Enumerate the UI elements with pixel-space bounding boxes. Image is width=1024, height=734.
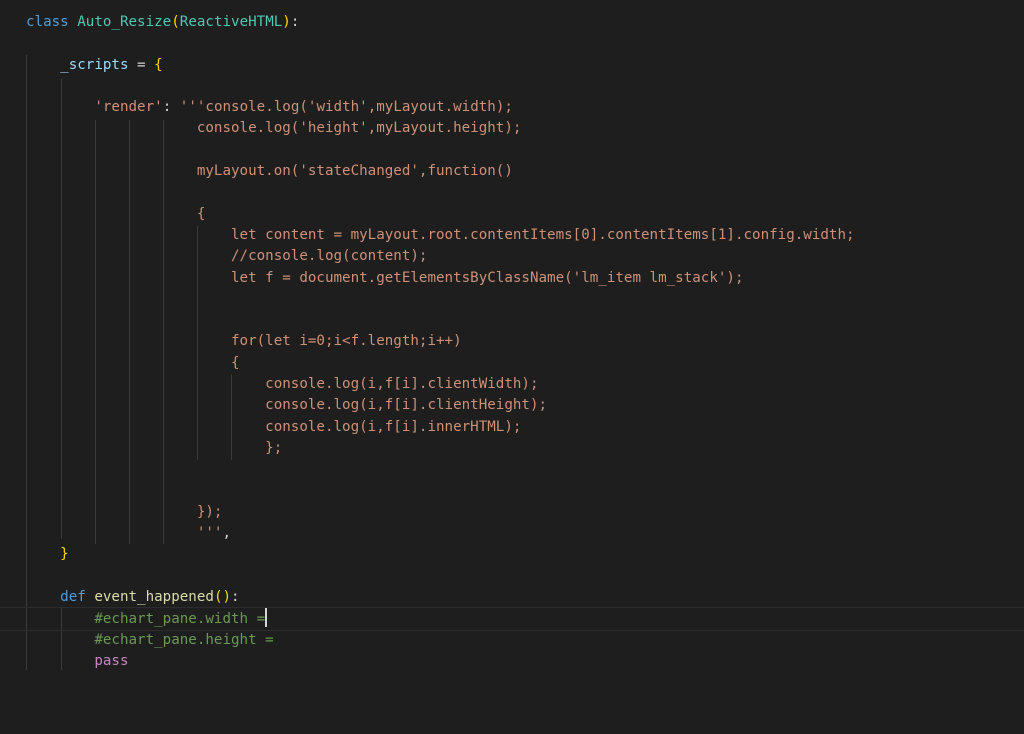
code-token-class: ReactiveHTML: [179, 14, 283, 30]
code-token-string: for(let i=0;i<f.length;i++): [26, 333, 462, 350]
code-lines[interactable]: class Auto_Resize(ReactiveHTML): _script…: [0, 12, 1024, 672]
code-line[interactable]: let f = document.getElementsByClassName(…: [26, 268, 1024, 289]
code-token-string: myLayout.on('stateChanged',function(): [26, 163, 513, 180]
code-line[interactable]: [26, 33, 1024, 54]
text-cursor: [265, 608, 268, 628]
code-line[interactable]: {: [26, 204, 1024, 225]
code-token-plain: ,: [222, 525, 232, 542]
code-token-string: ''': [26, 525, 223, 542]
code-token-plain: :: [290, 14, 300, 30]
code-token-string: console.log(i,f[i].clientWidth);: [26, 376, 539, 393]
code-line[interactable]: [26, 140, 1024, 161]
code-token-comment: #echart_pane.width =: [94, 611, 266, 628]
code-line[interactable]: [26, 289, 1024, 310]
code-token-string: '''console.log('width',myLayout.width);: [179, 99, 513, 116]
code-token-plain: =: [128, 56, 155, 73]
code-token-control: pass: [94, 652, 129, 669]
code-line[interactable]: class Auto_Resize(ReactiveHTML):: [26, 12, 1024, 33]
code-token-string: let f = document.getElementsByClassName(…: [26, 269, 744, 286]
code-token-paren: (): [213, 589, 232, 606]
code-line[interactable]: //console.log(content);: [26, 246, 1024, 267]
code-line[interactable]: [26, 459, 1024, 480]
code-token-string: let content = myLayout.root.contentItems…: [26, 226, 855, 243]
code-token-paren: {: [154, 56, 163, 73]
code-line[interactable]: console.log(i,f[i].innerHTML);: [26, 417, 1024, 438]
code-line[interactable]: [26, 76, 1024, 97]
code-line[interactable]: ''',: [26, 523, 1024, 544]
code-line[interactable]: for(let i=0;i<f.length;i++): [26, 331, 1024, 352]
code-editor[interactable]: class Auto_Resize(ReactiveHTML): _script…: [0, 0, 1024, 734]
code-token-class: Auto_Resize: [77, 14, 172, 30]
code-token-string: {: [26, 205, 206, 222]
code-line[interactable]: def event_happened():: [26, 587, 1024, 608]
code-token-string: 'render': [94, 99, 163, 116]
code-line[interactable]: let content = myLayout.root.contentItems…: [26, 225, 1024, 246]
code-line[interactable]: console.log('height',myLayout.height);: [26, 118, 1024, 139]
code-line[interactable]: [26, 481, 1024, 502]
code-line[interactable]: _scripts = {: [26, 55, 1024, 76]
code-token-var: _scripts: [60, 56, 129, 73]
code-token-string: console.log(i,f[i].clientHeight);: [26, 397, 548, 414]
code-line[interactable]: 'render': '''console.log('width',myLayou…: [26, 97, 1024, 118]
code-token-paren: ): [282, 14, 291, 30]
code-line[interactable]: [26, 310, 1024, 331]
code-token-string: {: [26, 354, 240, 371]
code-line[interactable]: #echart_pane.width =: [0, 607, 1024, 631]
code-token-paren: (: [171, 14, 180, 30]
code-token-keyword: def: [60, 589, 86, 606]
code-line[interactable]: console.log(i,f[i].clientHeight);: [26, 395, 1024, 416]
code-token-func: event_happened: [94, 589, 214, 606]
code-token-string: //console.log(content);: [26, 248, 428, 265]
code-line[interactable]: pass: [26, 651, 1024, 672]
code-line[interactable]: [26, 566, 1024, 587]
code-token-plain: :: [231, 589, 240, 606]
code-token-paren: }: [60, 546, 69, 563]
code-line[interactable]: });: [26, 502, 1024, 523]
code-line[interactable]: [26, 182, 1024, 203]
code-line[interactable]: };: [26, 438, 1024, 459]
code-token-string: };: [26, 439, 283, 456]
code-token-string: });: [26, 503, 223, 520]
code-line[interactable]: #echart_pane.height =: [26, 630, 1024, 651]
code-token-plain: :: [162, 99, 180, 116]
code-line[interactable]: {: [26, 353, 1024, 374]
code-line[interactable]: }: [26, 544, 1024, 565]
code-token-string: console.log(i,f[i].innerHTML);: [26, 418, 522, 435]
code-token-string: console.log('height',myLayout.height);: [26, 120, 522, 137]
code-token-comment: #echart_pane.height =: [94, 631, 274, 648]
code-token-keyword: class: [26, 14, 69, 30]
code-line[interactable]: myLayout.on('stateChanged',function(): [26, 161, 1024, 182]
code-line[interactable]: console.log(i,f[i].clientWidth);: [26, 374, 1024, 395]
